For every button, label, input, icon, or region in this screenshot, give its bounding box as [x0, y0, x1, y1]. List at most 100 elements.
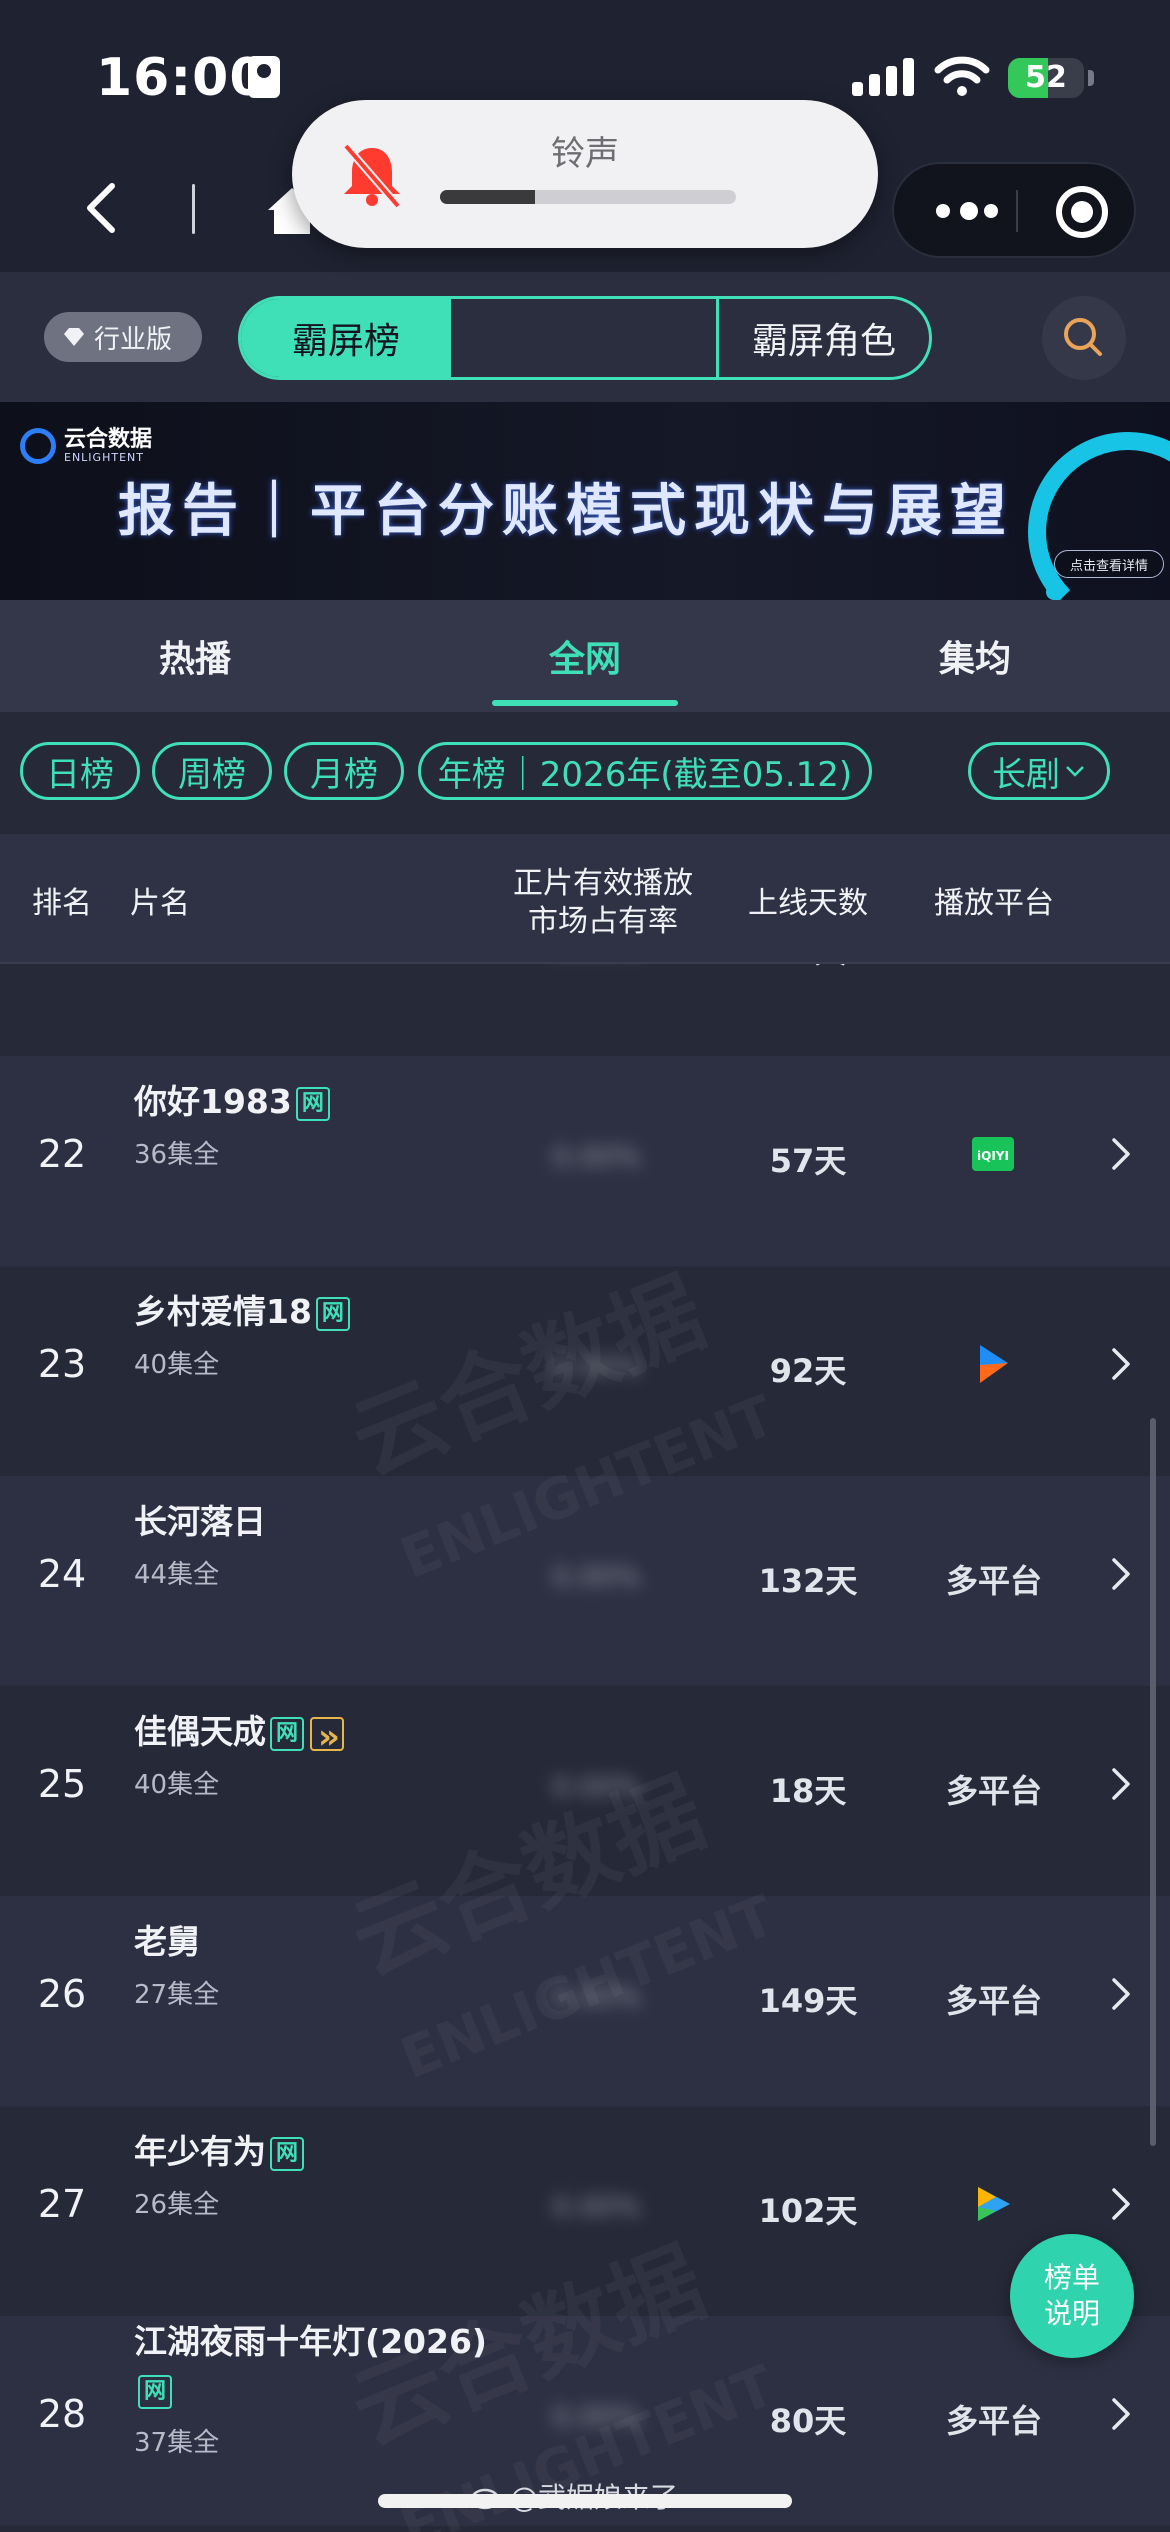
- row-days-online: 149天: [758, 1982, 858, 2020]
- chip-yearly[interactable]: 年榜｜2026年(截至05.12): [418, 742, 872, 800]
- tencent-video-icon: [970, 2181, 1016, 2227]
- ringer-volume-bar: [440, 190, 736, 204]
- header-platform: 播放平台: [934, 886, 1054, 921]
- banner-details-button[interactable]: 点击查看详情: [1054, 550, 1164, 578]
- contact-card-icon: [248, 56, 280, 98]
- tencent-video-icon: [970, 964, 1016, 967]
- segment-hidden[interactable]: [451, 299, 719, 377]
- chevron-right-icon[interactable]: [1106, 1134, 1136, 1174]
- search-icon: [1064, 318, 1102, 356]
- tab-all-network[interactable]: 全网: [390, 600, 780, 712]
- row-platform: 多平台: [945, 2402, 1042, 2440]
- row-days-online: 102天: [758, 2192, 858, 2230]
- row-title: 乡村爱情18 网: [134, 1288, 514, 1336]
- row-rank: 26: [37, 1972, 87, 2016]
- row-rank: 21: [0, 964, 124, 966]
- row-title-text: 年少有为: [134, 2132, 266, 2171]
- scrollbar[interactable]: [1150, 1418, 1156, 2146]
- row-market-share: 0.00%: [552, 1140, 641, 1173]
- tab-episode-avg[interactable]: 集均: [780, 600, 1170, 712]
- network-drama-badge: 网: [138, 2374, 172, 2409]
- ringer-label: 铃声: [551, 134, 619, 174]
- chevron-right-icon[interactable]: [1106, 2184, 1136, 2224]
- home-indicator[interactable]: [378, 2494, 792, 2508]
- chevron-right-icon[interactable]: [1106, 1344, 1136, 1384]
- chevron-right-icon[interactable]: [1106, 1554, 1136, 1594]
- row-episodes: 40集全: [134, 1770, 220, 1800]
- network-drama-badge: 网: [270, 2136, 304, 2171]
- search-button[interactable]: [1042, 296, 1126, 380]
- table-row[interactable]: 21隐身的名字31集全0.00%56天: [0, 964, 1170, 1056]
- row-title: 老舅: [134, 1918, 514, 1966]
- table-row[interactable]: 24 长河落日 44集全 0.00% 132天 多平台: [0, 1476, 1170, 1686]
- ranking-segment-control: 霸屏榜 霸屏角色: [238, 296, 932, 380]
- banner-title: 报告｜平台分账模式现状与展望: [118, 479, 1014, 544]
- row-title-block: 长河落日 44集全: [134, 1498, 514, 1591]
- ranking-list: 28 江湖夜雨十年灯(2026) 网 37集全 0.00% 80天 多平台 27 年少有为网 26…: [0, 964, 1170, 2532]
- row-title: 江湖夜雨十年灯(2026) 网: [134, 2318, 514, 2414]
- table-row[interactable]: 22 你好1983 网 36集全 0.00% 57天 iQIYI: [0, 1056, 1170, 1266]
- table-row[interactable]: 25 佳偶天成网 40集全 0.00% 18天 多平台: [0, 1686, 1170, 1896]
- row-episodes: 26集全: [134, 2190, 220, 2220]
- row-title-text: 长河落日: [134, 1502, 266, 1541]
- row-rank: 23: [37, 1342, 87, 1386]
- chip-weekly[interactable]: 周榜: [152, 742, 272, 800]
- row-episodes: 37集全: [134, 2428, 220, 2458]
- exclusive-badge-icon: [310, 1713, 344, 1761]
- enlightent-logo: 云合数据 ENLIGHTENT: [20, 428, 152, 464]
- ranking-help-button[interactable]: 榜单 说明: [1010, 2234, 1134, 2358]
- logo-circle-icon: [20, 428, 56, 464]
- table-row[interactable]: 27 年少有为网 26集全 0.00% 102天: [0, 2106, 1170, 2316]
- row-title: 长河落日: [134, 1498, 514, 1546]
- table-row[interactable]: 26 老舅 27集全 0.00% 149天 多平台: [0, 1896, 1170, 2106]
- battery-indicator: 52: [1008, 58, 1084, 98]
- row-days-online: 132天: [758, 1562, 858, 1600]
- chevron-right-icon[interactable]: [1106, 2394, 1136, 2434]
- logo-text: 云合数据: [64, 426, 153, 452]
- row-days-online: 80天: [769, 2402, 847, 2440]
- row-title-block: 你好1983 网 36集全: [134, 1078, 514, 1171]
- logo-subtext: ENLIGHTENT: [64, 450, 144, 464]
- chevron-right-icon[interactable]: [1106, 1764, 1136, 1804]
- row-rank: 22: [37, 1132, 87, 1176]
- row-platform: 多平台: [945, 1982, 1042, 2020]
- row-days-online: 56天: [738, 964, 878, 972]
- period-filter-row: 日榜 周榜 月榜 年榜｜2026年(截至05.12) 长剧: [0, 712, 1170, 834]
- row-episodes: 27集全: [134, 1980, 220, 2010]
- close-mini-program-icon[interactable]: [1056, 186, 1108, 238]
- table-row[interactable]: 23 乡村爱情18 网 40集全 0.00% 92天: [0, 1266, 1170, 1476]
- chip-monthly[interactable]: 月榜: [284, 742, 404, 800]
- segment-dominance-roles[interactable]: 霸屏角色: [719, 299, 929, 377]
- segment-dominance-chart[interactable]: 霸屏榜: [241, 299, 451, 377]
- row-market-share: 0.00%: [552, 2400, 641, 2433]
- category-dropdown[interactable]: 长剧: [968, 742, 1110, 800]
- report-banner[interactable]: 云合数据 ENLIGHTENT 报告｜平台分账模式现状与展望 点击查看详情: [0, 402, 1170, 600]
- network-drama-badge: 网: [295, 1086, 330, 1121]
- category-label: 长剧: [992, 754, 1060, 795]
- row-days-online: 57天: [769, 1142, 847, 1180]
- chevron-down-icon: [1066, 766, 1084, 777]
- chevron-right-icon[interactable]: [1106, 1974, 1136, 2014]
- back-arrow-icon[interactable]: [72, 178, 132, 238]
- row-title-block: 江湖夜雨十年灯(2026) 网 37集全: [134, 2318, 514, 2459]
- more-options-icon[interactable]: [922, 188, 1012, 234]
- industry-edition-badge[interactable]: 行业版: [44, 312, 202, 362]
- row-rank: 27: [37, 2182, 87, 2226]
- row-days-online: 18天: [769, 1772, 847, 1810]
- battery-percent: 52: [1025, 60, 1067, 95]
- nav-divider: [192, 184, 195, 234]
- row-rank: 25: [37, 1762, 87, 1806]
- row-title: 你好1983 网: [134, 1078, 514, 1126]
- svg-text:iQIYI: iQIYI: [977, 1149, 1009, 1163]
- row-title-text: 老舅: [134, 1922, 200, 1961]
- row-days-online: 92天: [769, 1352, 847, 1390]
- tab-hot[interactable]: 热播: [0, 600, 390, 712]
- diamond-icon: [64, 328, 84, 346]
- network-drama-badge: 网: [270, 1716, 304, 1751]
- header-rank: 排名: [32, 886, 92, 921]
- capsule-divider: [1016, 190, 1018, 232]
- banner-ring-dot: [1046, 584, 1062, 600]
- row-market-share: 0.00%: [552, 2190, 641, 2223]
- chip-daily[interactable]: 日榜: [20, 742, 140, 800]
- row-title-text: 佳偶天成: [134, 1712, 266, 1751]
